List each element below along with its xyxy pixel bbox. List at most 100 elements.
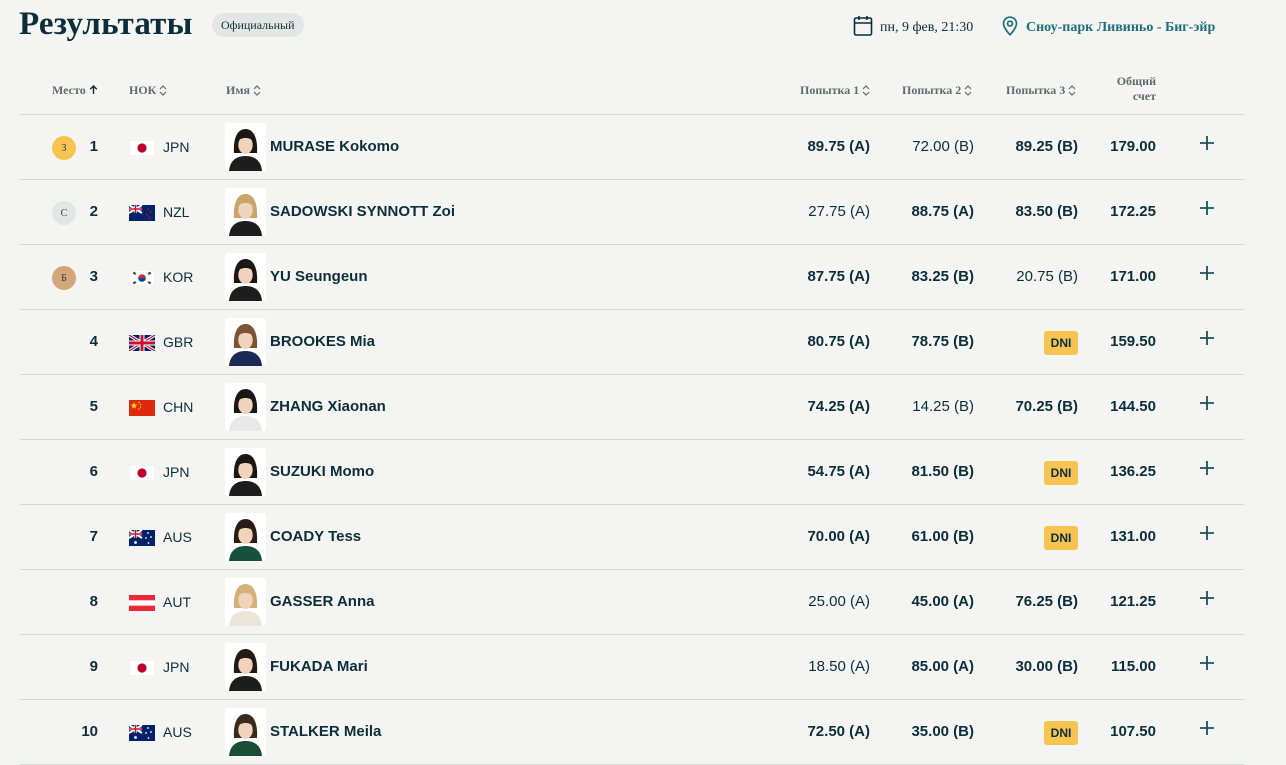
table-row[interactable]: 8 AUT GASSER Anna 25.00 (A) 45.00 (A) 76.25 (… bbox=[20, 570, 1244, 635]
plus-icon bbox=[1200, 656, 1214, 670]
column-run1-label: Попытка 1 bbox=[800, 82, 860, 97]
table-row[interactable]: Б 3 KOR YU Seungeun 87.75 (A) 83.25 (B) 20.75 … bbox=[20, 245, 1244, 310]
table-row[interactable]: 9 JPN FUKADA Mari 18.50 (A) 85.00 (A) 30.00 (… bbox=[20, 635, 1244, 700]
athlete-name[interactable]: ZHANG Xiaonan bbox=[270, 398, 386, 415]
event-date: пн, 9 фев, 21:30 bbox=[853, 15, 973, 42]
plus-icon bbox=[1200, 461, 1214, 475]
gbr-flag-icon bbox=[129, 335, 155, 351]
run3-score: 30.00 (B) bbox=[1015, 658, 1078, 675]
athlete-name[interactable]: GASSER Anna bbox=[270, 593, 374, 610]
column-place[interactable]: Место bbox=[52, 82, 98, 98]
rank: 1 bbox=[89, 138, 98, 155]
rank: 7 bbox=[89, 528, 98, 545]
expand-row-button[interactable] bbox=[1198, 719, 1216, 737]
aus-flag-icon bbox=[129, 725, 155, 741]
run1-score: 27.75 (A) bbox=[808, 203, 870, 220]
run1-score: 72.50 (A) bbox=[807, 723, 870, 740]
rank: 4 bbox=[89, 333, 98, 350]
page-title: Результаты bbox=[19, 6, 193, 42]
expand-row-button[interactable] bbox=[1198, 394, 1216, 412]
run1-score: 89.75 (A) bbox=[807, 138, 870, 155]
table-row[interactable]: 6 JPN SUZUKI Momo 54.75 (A) 81.50 (B) DNI 136.… bbox=[20, 440, 1244, 505]
athlete-photo bbox=[225, 383, 266, 431]
column-noc[interactable]: НОК bbox=[129, 82, 167, 98]
athlete-photo bbox=[225, 708, 266, 756]
results-header: Результаты Официальный пн, 9 фев, 21:30 … bbox=[0, 0, 1286, 60]
rank: 9 bbox=[89, 658, 98, 675]
calendar-icon bbox=[853, 15, 873, 42]
athlete-photo bbox=[225, 513, 266, 561]
table-row[interactable]: З 1 JPN MURASE Kokomo 89.75 (A) 72.00 (B) 89.2… bbox=[20, 115, 1244, 180]
column-total-label-line2: счет bbox=[1132, 89, 1156, 103]
run3-score: 83.50 (B) bbox=[1015, 203, 1078, 220]
chn-flag-icon bbox=[129, 400, 155, 416]
run2-score: 72.00 (B) bbox=[912, 138, 974, 155]
expand-row-button[interactable] bbox=[1198, 134, 1216, 152]
table-row[interactable]: С 2 NZL SADOWSKI SYNNOTT Zoi 27.75 (A) 88.75 … bbox=[20, 180, 1244, 245]
expand-row-button[interactable] bbox=[1198, 524, 1216, 542]
column-name-label: Имя bbox=[226, 82, 250, 97]
run1-score: 87.75 (A) bbox=[807, 268, 870, 285]
run1-score: 25.00 (A) bbox=[808, 593, 870, 610]
run2-score: 45.00 (A) bbox=[911, 593, 974, 610]
column-run2[interactable]: Попытка 2 bbox=[902, 82, 972, 98]
total-score: 131.00 bbox=[1110, 528, 1156, 545]
run2-score: 81.50 (B) bbox=[911, 463, 974, 480]
athlete-photo bbox=[225, 578, 266, 626]
athlete-name[interactable]: SUZUKI Momo bbox=[270, 463, 374, 480]
total-score: 121.25 bbox=[1110, 593, 1156, 610]
noc-code: JPN bbox=[163, 659, 190, 675]
plus-icon bbox=[1200, 136, 1214, 150]
table-row[interactable]: 10 AUS STALKER Meila 72.50 (A) 35.00 (B) DNI 1… bbox=[20, 700, 1244, 765]
sort-icon bbox=[1068, 84, 1076, 96]
table-row[interactable]: 5 CHN ZHANG Xiaonan 74.25 (A) 14.25 (B) 70.25… bbox=[20, 375, 1244, 440]
noc-code: AUS bbox=[163, 724, 192, 740]
expand-row-button[interactable] bbox=[1198, 329, 1216, 347]
nzl-flag-icon bbox=[129, 205, 155, 221]
column-run3[interactable]: Попытка 3 bbox=[1006, 82, 1076, 98]
athlete-name[interactable]: FUKADA Mari bbox=[270, 658, 368, 675]
noc-code: AUS bbox=[163, 529, 192, 545]
athlete-name[interactable]: BROOKES Mia bbox=[270, 333, 375, 350]
athlete-name[interactable]: SADOWSKI SYNNOTT Zoi bbox=[270, 203, 455, 220]
total-score: 115.00 bbox=[1110, 658, 1156, 675]
sort-icon bbox=[862, 84, 870, 96]
run3-score: 70.25 (B) bbox=[1015, 398, 1078, 415]
total-score: 172.25 bbox=[1110, 203, 1156, 220]
noc-code: KOR bbox=[163, 269, 194, 285]
run3-score: 20.75 (B) bbox=[1016, 268, 1078, 285]
athlete-name[interactable]: COADY Tess bbox=[270, 528, 361, 545]
expand-row-button[interactable] bbox=[1198, 459, 1216, 477]
expand-row-button[interactable] bbox=[1198, 264, 1216, 282]
run1-score: 70.00 (A) bbox=[807, 528, 870, 545]
venue-link[interactable]: Сноу-парк Ливиньо - Биг-эйр bbox=[1002, 15, 1215, 39]
expand-row-button[interactable] bbox=[1198, 589, 1216, 607]
column-noc-label: НОК bbox=[129, 82, 157, 97]
column-run1[interactable]: Попытка 1 bbox=[800, 82, 870, 98]
noc-code: JPN bbox=[163, 139, 190, 155]
jpn-flag-icon bbox=[129, 660, 155, 676]
athlete-photo bbox=[225, 318, 266, 366]
table-row[interactable]: 7 AUS COADY Tess 70.00 (A) 61.00 (B) DNI 131.0… bbox=[20, 505, 1244, 570]
athlete-name[interactable]: YU Seungeun bbox=[270, 268, 368, 285]
expand-row-button[interactable] bbox=[1198, 654, 1216, 672]
total-score: 171.00 bbox=[1110, 268, 1156, 285]
run2-score: 85.00 (A) bbox=[911, 658, 974, 675]
aut-flag-icon bbox=[129, 595, 155, 611]
sort-icon bbox=[964, 84, 972, 96]
table-row[interactable]: 4 GBR BROOKES Mia 80.75 (A) 78.75 (B) DNI 159.… bbox=[20, 310, 1244, 375]
athlete-name[interactable]: MURASE Kokomo bbox=[270, 138, 399, 155]
expand-row-button[interactable] bbox=[1198, 199, 1216, 217]
plus-icon bbox=[1200, 721, 1214, 735]
sort-ascending-icon bbox=[89, 85, 98, 95]
jpn-flag-icon bbox=[129, 465, 155, 481]
athlete-name[interactable]: STALKER Meila bbox=[270, 723, 381, 740]
athlete-photo bbox=[225, 643, 266, 691]
column-run2-label: Попытка 2 bbox=[902, 82, 962, 97]
column-run3-label: Попытка 3 bbox=[1006, 82, 1066, 97]
column-name[interactable]: Имя bbox=[226, 82, 261, 98]
jpn-flag-icon bbox=[129, 140, 155, 156]
noc-code: GBR bbox=[163, 334, 194, 350]
athlete-photo bbox=[225, 188, 266, 236]
venue-text[interactable]: Сноу-парк Ливиньо - Биг-эйр bbox=[1026, 20, 1215, 36]
